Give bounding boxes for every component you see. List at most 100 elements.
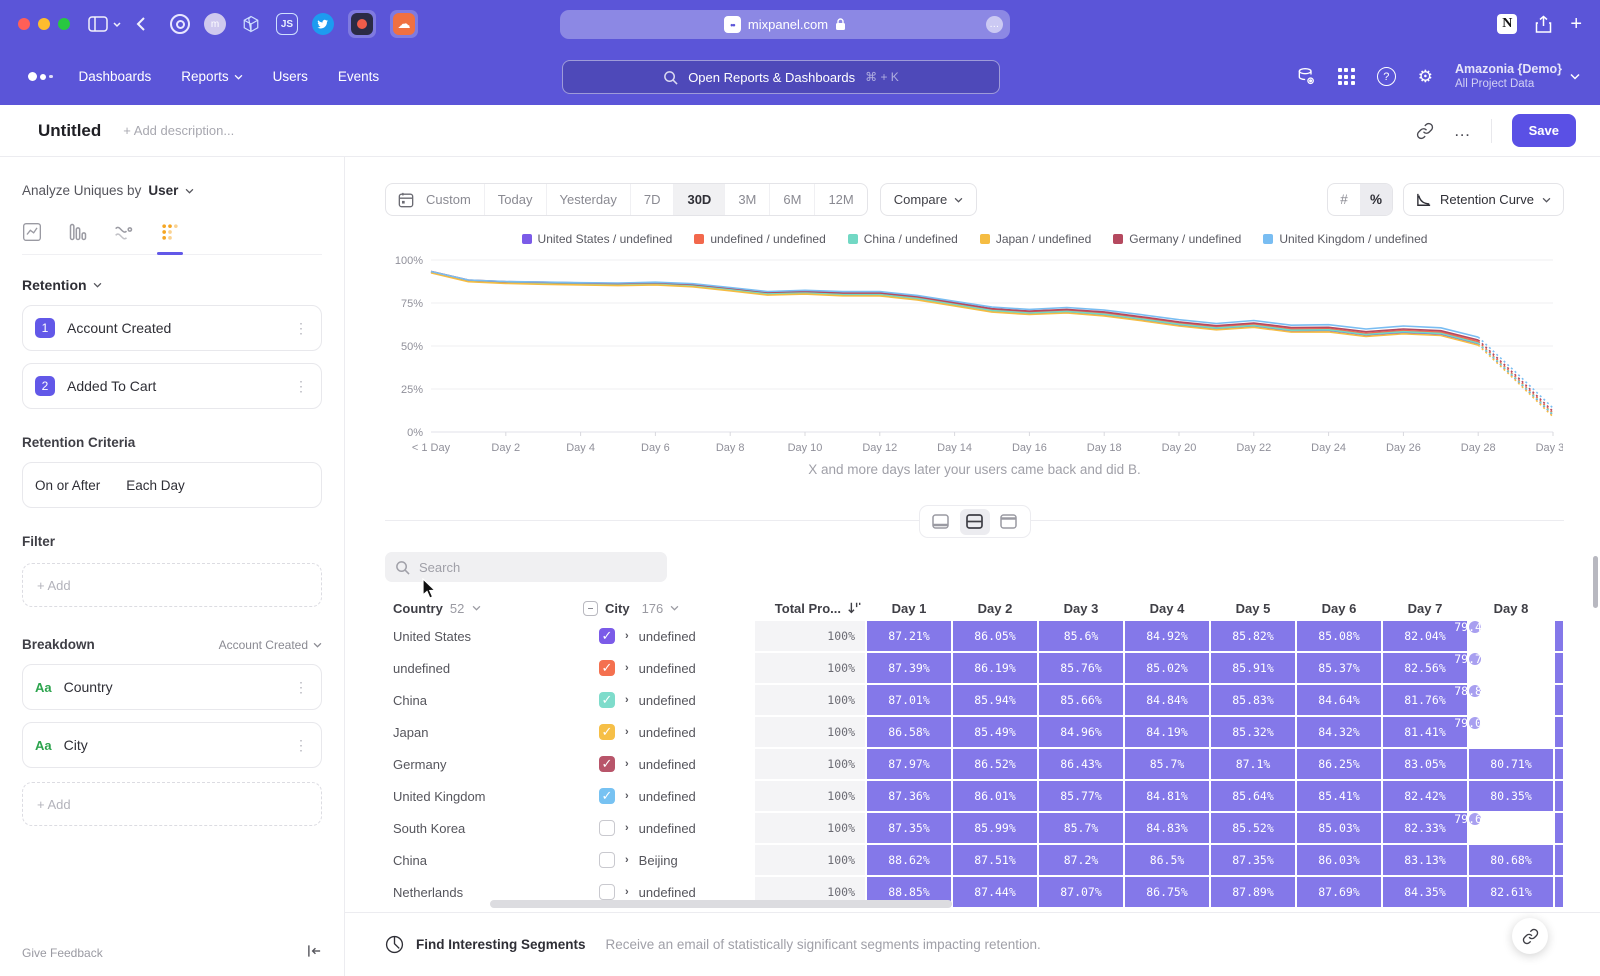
country-cell[interactable]: Germany xyxy=(385,749,581,779)
retention-cell[interactable]: 87.69% xyxy=(1297,877,1381,907)
country-cell[interactable]: China xyxy=(385,685,581,715)
retention-cell[interactable]: 87.51% xyxy=(953,845,1037,875)
day-column-header[interactable]: Day 1 xyxy=(867,601,951,616)
retention-cell[interactable]: 85.76% xyxy=(1039,653,1123,683)
criteria-condition[interactable]: On or After xyxy=(35,478,100,493)
day-column-header[interactable]: Day 7 xyxy=(1383,601,1467,616)
select-all-checkbox[interactable]: – xyxy=(583,601,598,616)
tab-insights[interactable] xyxy=(22,222,42,242)
chart-only-view-button[interactable] xyxy=(926,509,956,535)
retention-cell[interactable]: 86.19% xyxy=(953,653,1037,683)
retention-cell[interactable]: 85.91% xyxy=(1211,653,1295,683)
address-bar[interactable]: •• mixpanel.com … xyxy=(560,10,1010,39)
breakdown-card-city[interactable]: Aa City ⋮ xyxy=(22,722,322,768)
format-number-button[interactable]: # xyxy=(1328,184,1360,215)
retention-criteria-card[interactable]: On or After Each Day xyxy=(22,462,322,508)
retention-cell[interactable]: 82.42% xyxy=(1383,781,1467,811)
retention-cell[interactable]: 86.43% xyxy=(1039,749,1123,779)
retention-cell[interactable]: 83.13% xyxy=(1383,845,1467,875)
retention-cell[interactable]: 85.83% xyxy=(1211,685,1295,715)
apps-grid-icon[interactable] xyxy=(1338,68,1355,85)
mixpanel-logo[interactable] xyxy=(28,72,53,81)
step-event-name[interactable]: Added To Cart xyxy=(67,378,156,394)
retention-cell[interactable]: 87.35% xyxy=(1211,845,1295,875)
browser-sidebar-icon[interactable] xyxy=(88,16,122,32)
checkbox-cell[interactable] xyxy=(583,813,623,843)
city-cell[interactable]: ›undefined xyxy=(625,781,753,811)
kebab-menu-icon[interactable]: ⋮ xyxy=(294,378,309,395)
row-checkbox-checked[interactable]: ✓ xyxy=(599,692,615,708)
total-column-header[interactable]: Total Pro... xyxy=(755,601,865,616)
retention-cell[interactable]: 84.35% xyxy=(1383,877,1467,907)
retention-cell[interactable]: 87.07% xyxy=(1039,877,1123,907)
retention-section-label[interactable]: Retention xyxy=(22,277,87,293)
retention-cell[interactable]: 87.89% xyxy=(1211,877,1295,907)
table-only-view-button[interactable] xyxy=(994,509,1024,535)
retention-cell[interactable]: 78.87% xyxy=(1469,685,1481,697)
add-breakdown-button[interactable]: + Add xyxy=(22,782,322,826)
nav-item-events[interactable]: Events xyxy=(338,69,379,84)
split-view-button[interactable] xyxy=(960,509,990,535)
retention-cell[interactable]: 86.5% xyxy=(1125,845,1209,875)
close-window-button[interactable] xyxy=(18,18,30,30)
share-icon[interactable] xyxy=(1535,15,1552,34)
retention-cell[interactable]: 84.92% xyxy=(1125,621,1209,651)
retention-cell[interactable]: 86.52% xyxy=(953,749,1037,779)
breakdown-event-selector[interactable]: Account Created xyxy=(219,638,322,652)
range-button-7d[interactable]: 7D xyxy=(630,184,674,215)
table-search-input[interactable]: Search xyxy=(385,552,667,582)
retention-cell[interactable]: 85.64% xyxy=(1211,781,1295,811)
row-checkbox-checked[interactable]: ✓ xyxy=(599,660,615,676)
retention-cell[interactable]: 82.61% xyxy=(1469,877,1553,907)
legend-item[interactable]: United Kingdom / undefined xyxy=(1263,232,1427,246)
retention-cell[interactable]: 85.82% xyxy=(1211,621,1295,651)
copy-link-icon[interactable] xyxy=(1416,122,1434,140)
extension-record-icon[interactable] xyxy=(348,10,376,38)
checkbox-cell[interactable]: ✓ xyxy=(583,685,623,715)
city-cell[interactable]: ›undefined xyxy=(625,685,753,715)
retention-step-card[interactable]: 1 Account Created ⋮ xyxy=(22,305,322,351)
checkbox-cell[interactable]: ✓ xyxy=(583,749,623,779)
retention-cell[interactable]: 85.41% xyxy=(1297,781,1381,811)
city-column-header[interactable]: –City176 xyxy=(583,601,753,616)
row-checkbox-checked[interactable]: ✓ xyxy=(599,628,615,644)
legend-item[interactable]: Germany / undefined xyxy=(1113,232,1241,246)
city-cell[interactable]: ›undefined xyxy=(625,813,753,843)
retention-cell[interactable]: 85.02% xyxy=(1125,653,1209,683)
extension-cube-icon[interactable] xyxy=(240,13,262,35)
retention-cell[interactable]: 85.32% xyxy=(1211,717,1295,747)
extension-m-icon[interactable]: m xyxy=(204,13,226,35)
retention-cell[interactable]: 87.21% xyxy=(867,621,951,651)
retention-cell[interactable]: 84.64% xyxy=(1297,685,1381,715)
add-filter-button[interactable]: + Add xyxy=(22,563,322,607)
city-cell[interactable]: ›undefined xyxy=(625,621,753,651)
retention-cell[interactable]: 84.81% xyxy=(1125,781,1209,811)
retention-cell[interactable]: 87.97% xyxy=(867,749,951,779)
add-description[interactable]: + Add description... xyxy=(123,123,234,138)
retention-cell[interactable]: 80.71% xyxy=(1469,749,1553,779)
retention-cell[interactable]: 86.05% xyxy=(953,621,1037,651)
range-button-custom[interactable]: Custom xyxy=(424,184,484,215)
retention-cell[interactable]: 85.94% xyxy=(953,685,1037,715)
global-search[interactable]: Open Reports & Dashboards ⌘ + K xyxy=(562,60,1000,94)
country-cell[interactable]: United States xyxy=(385,621,581,651)
retention-cell[interactable]: 85.03% xyxy=(1297,813,1381,843)
retention-cell[interactable]: 86.25% xyxy=(1297,749,1381,779)
country-cell[interactable]: China xyxy=(385,845,581,875)
city-cell[interactable]: ›Beijing xyxy=(625,845,753,875)
retention-cell[interactable]: 85.7% xyxy=(1039,813,1123,843)
range-button-30d[interactable]: 30D xyxy=(673,184,724,215)
maximize-window-button[interactable] xyxy=(58,18,70,30)
row-checkbox-checked[interactable]: ✓ xyxy=(599,724,615,740)
retention-cell[interactable]: 79.49% xyxy=(1469,621,1481,633)
breakdown-property-name[interactable]: City xyxy=(64,737,88,753)
country-cell[interactable]: United Kingdom xyxy=(385,781,581,811)
retention-cell[interactable]: 85.99% xyxy=(953,813,1037,843)
retention-cell[interactable]: 79.77% xyxy=(1469,653,1481,665)
checkbox-cell[interactable]: ✓ xyxy=(583,653,623,683)
day-column-header[interactable]: Day 6 xyxy=(1297,601,1381,616)
chart-type-selector[interactable]: Retention Curve xyxy=(1403,183,1564,216)
minimize-window-button[interactable] xyxy=(38,18,50,30)
city-cell[interactable]: ›undefined xyxy=(625,749,753,779)
retention-cell[interactable]: 80.35% xyxy=(1469,781,1553,811)
